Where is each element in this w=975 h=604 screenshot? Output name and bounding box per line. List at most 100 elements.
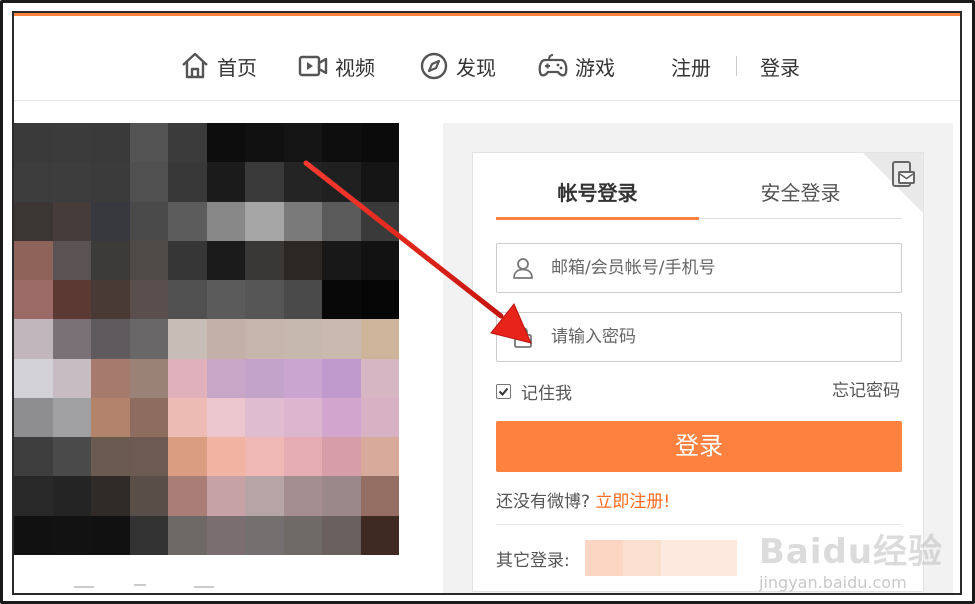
mosaic-tile <box>206 397 245 438</box>
screenshot-frame: 首页 视频 发现 游戏 注册 登录 帐号登录 安全登录 邮箱/会员帐号/手机号 … <box>0 0 975 604</box>
watermark-url: jingyan.baidu.com <box>759 573 907 592</box>
mosaic-tile <box>129 358 168 398</box>
password-field[interactable] <box>496 312 902 362</box>
third-party-login-icon-3[interactable] <box>661 540 737 576</box>
mosaic-tile <box>206 201 245 241</box>
mosaic-tile <box>168 123 207 163</box>
compass-icon <box>420 52 448 80</box>
mosaic-tile <box>245 476 284 516</box>
mosaic-tile <box>283 397 322 438</box>
mosaic-tile <box>129 280 168 320</box>
mosaic-tile <box>245 162 284 202</box>
mosaic-tile <box>91 515 130 555</box>
mosaic-tile <box>168 397 207 438</box>
mosaic-tile <box>52 240 91 281</box>
blurred-content-area <box>14 123 399 593</box>
mosaic-tile <box>91 123 130 163</box>
mosaic-tile <box>245 437 284 477</box>
username-input[interactable] <box>551 258 881 278</box>
mosaic-tile <box>91 280 130 320</box>
login-submit-button[interactable]: 登录 <box>496 421 902 472</box>
nav-register-label: 注册 <box>671 55 711 80</box>
mosaic-tile <box>283 319 322 359</box>
mosaic-tile <box>283 515 322 555</box>
username-field[interactable] <box>496 243 902 293</box>
third-party-login-icon-2[interactable] <box>623 540 661 576</box>
nav-separator <box>736 56 737 76</box>
mosaic-tile <box>206 319 245 359</box>
other-login-label: 其它登录: <box>496 551 570 571</box>
nav-login-label: 登录 <box>760 55 800 80</box>
gamepad-icon <box>538 54 568 77</box>
partial-text-fragment <box>74 584 214 588</box>
mosaic-tile <box>14 358 53 398</box>
mosaic-tile <box>322 358 361 398</box>
mosaic-tile <box>283 162 322 202</box>
mosaic-tile <box>206 476 245 516</box>
nav-video[interactable]: 视频 <box>297 50 375 82</box>
mosaic-tile <box>322 280 361 320</box>
mosaic-tile <box>168 515 207 555</box>
mosaic-tile <box>206 358 245 398</box>
nav-login-link[interactable]: 登录 <box>760 50 800 82</box>
other-login-icons <box>585 540 737 576</box>
pixelated-image <box>14 123 399 555</box>
mosaic-tile <box>129 476 168 516</box>
mosaic-tile <box>52 319 91 359</box>
mosaic-tile <box>283 358 322 398</box>
mosaic-tile <box>14 476 53 516</box>
mosaic-tile <box>206 162 245 202</box>
no-account-text: 还没有微博? <box>496 492 591 512</box>
lock-icon <box>514 327 532 348</box>
mosaic-tile <box>360 240 399 281</box>
mosaic-tile <box>52 397 91 438</box>
mosaic-tile <box>129 437 168 477</box>
forgot-password-link[interactable]: 忘记密码 <box>832 378 900 404</box>
mosaic-tile <box>360 515 399 555</box>
mosaic-tile <box>14 123 53 163</box>
mosaic-tile <box>245 201 284 241</box>
tab-account-login[interactable]: 帐号登录 <box>496 177 699 220</box>
third-party-login-icon-1[interactable] <box>585 540 623 576</box>
mosaic-tile <box>52 201 91 241</box>
home-icon <box>182 52 208 79</box>
remember-me[interactable]: 记住我 <box>496 378 572 404</box>
mosaic-tile <box>14 437 53 477</box>
mosaic-tile <box>245 123 284 163</box>
mosaic-tile <box>245 280 284 320</box>
mosaic-tile <box>129 397 168 438</box>
mosaic-tile <box>129 319 168 359</box>
video-icon <box>298 55 328 77</box>
mosaic-tile <box>283 280 322 320</box>
mosaic-tile <box>168 437 207 477</box>
mosaic-tile <box>206 123 245 163</box>
mosaic-tile <box>168 319 207 359</box>
mosaic-tile <box>129 240 168 281</box>
mosaic-tile <box>245 397 284 438</box>
mosaic-tile <box>129 515 168 555</box>
mosaic-tile <box>52 162 91 202</box>
mosaic-tile <box>360 319 399 359</box>
register-now-link[interactable]: 立即注册! <box>595 492 670 512</box>
mosaic-tile <box>322 397 361 438</box>
mosaic-tile <box>52 280 91 320</box>
mosaic-tile <box>360 123 399 163</box>
password-input[interactable] <box>551 327 881 347</box>
mosaic-tile <box>91 476 130 516</box>
nav-register-link[interactable]: 注册 <box>671 50 711 82</box>
login-tabs: 帐号登录 安全登录 <box>496 177 902 220</box>
nav-home[interactable]: 首页 <box>179 50 257 82</box>
mosaic-tile <box>14 515 53 555</box>
remember-checkbox[interactable] <box>496 383 511 399</box>
mosaic-tile <box>245 240 284 281</box>
mosaic-tile <box>52 123 91 163</box>
nav-discover[interactable]: 发现 <box>418 50 496 82</box>
mosaic-tile <box>245 358 284 398</box>
mosaic-tile <box>14 162 53 202</box>
mosaic-tile <box>52 476 91 516</box>
nav-games[interactable]: 游戏 <box>537 50 615 82</box>
mosaic-tile <box>91 437 130 477</box>
tab-secure-login[interactable]: 安全登录 <box>699 177 902 219</box>
mosaic-tile <box>129 201 168 241</box>
mosaic-tile <box>91 240 130 281</box>
